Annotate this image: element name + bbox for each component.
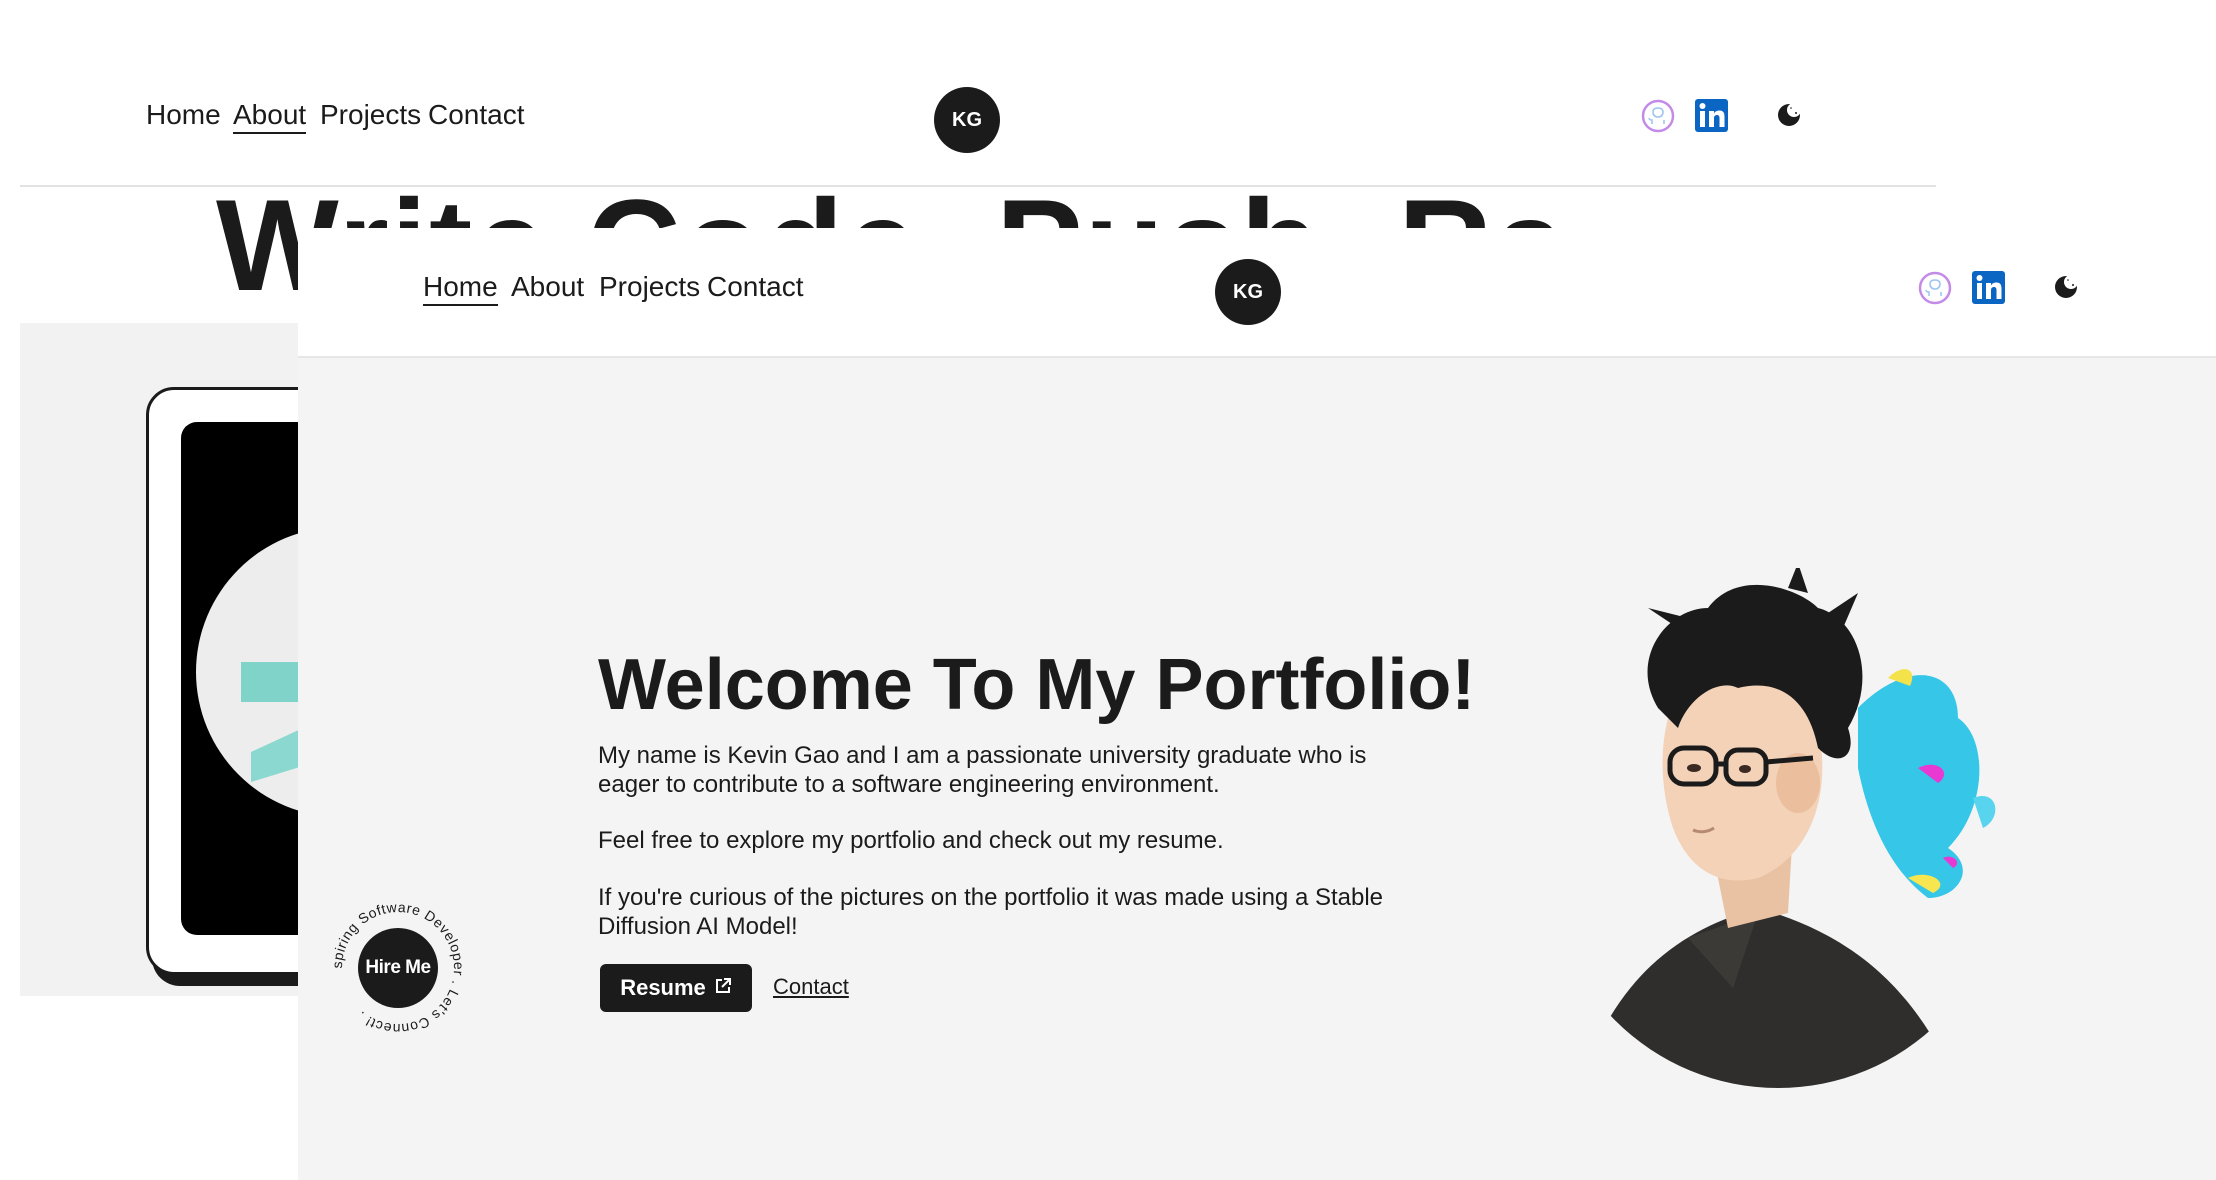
resume-button[interactable]: Resume: [600, 964, 752, 1012]
moon-icon[interactable]: [2053, 274, 2079, 305]
nav-projects[interactable]: Projects: [599, 270, 700, 304]
moon-icon[interactable]: [1776, 102, 1802, 133]
nav-contact[interactable]: Contact: [707, 270, 804, 304]
external-link-icon: [714, 975, 732, 1001]
hero-intro-text: My name is Kevin Gao and I am a passiona…: [598, 742, 1367, 798]
nav-home[interactable]: Home: [423, 270, 498, 306]
foreground-page: Home About Projects Contact KG Welcome T…: [298, 228, 2216, 1180]
nav-about[interactable]: About: [511, 270, 584, 304]
bg-nav-projects[interactable]: Projects: [320, 98, 421, 132]
bg-nav-about[interactable]: About: [233, 98, 307, 134]
bg-nav-contact[interactable]: Contact: [428, 98, 525, 132]
hero-contact-link[interactable]: Contact: [773, 974, 849, 1000]
logo[interactable]: KG: [1215, 259, 1281, 325]
resume-button-label: Resume: [620, 975, 706, 1000]
hero-explore-text: Feel free to explore my portfolio and ch…: [598, 827, 1224, 854]
hire-me-badge: Aspiring Software Developer . Let's Conn…: [323, 885, 468, 1038]
page-title: Welcome To My Portfolio!: [598, 645, 1476, 725]
bg-nav-divider: [20, 185, 1936, 187]
linkedin-icon[interactable]: [1694, 98, 1734, 139]
hire-me-button[interactable]: Hire Me: [358, 928, 438, 1008]
github-icon[interactable]: [1918, 271, 1952, 310]
github-icon[interactable]: [1641, 99, 1675, 138]
linkedin-icon[interactable]: [1971, 270, 2011, 311]
profile-avatar-illustration: [1558, 563, 2018, 1088]
bg-nav-home[interactable]: Home: [146, 98, 221, 132]
hero-ai-note-text: If you're curious of the pictures on the…: [598, 884, 1384, 940]
bg-logo[interactable]: KG: [934, 87, 1000, 153]
